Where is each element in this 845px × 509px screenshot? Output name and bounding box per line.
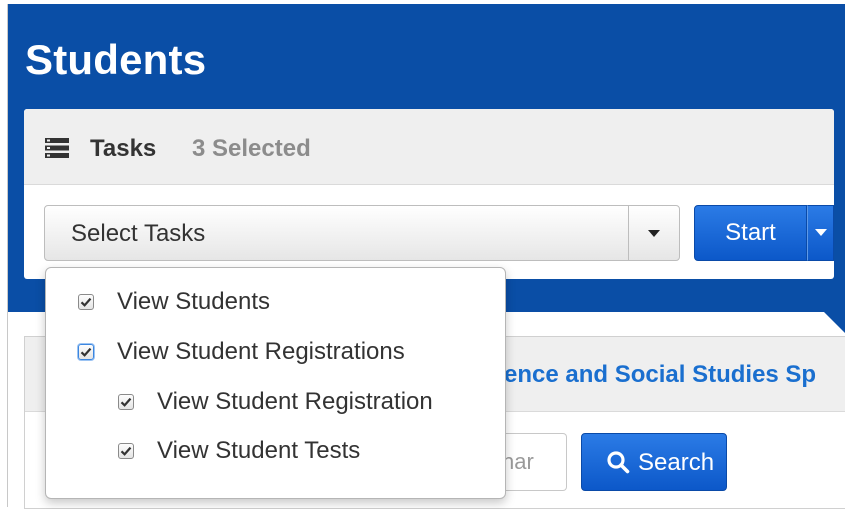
select-tasks-placeholder: Select Tasks xyxy=(71,220,206,247)
select-tasks-dropdown[interactable]: Select Tasks xyxy=(44,205,680,261)
checkbox[interactable] xyxy=(78,344,94,360)
checkbox[interactable] xyxy=(118,443,134,459)
search-input-wrapper xyxy=(500,433,567,491)
start-options-toggle[interactable] xyxy=(807,205,834,261)
tasks-title: Tasks xyxy=(90,135,157,162)
option-label: View Students xyxy=(117,288,270,315)
banner-notch xyxy=(816,304,845,334)
tasks-panel: Tasks 3 Selected Select Tasks Start xyxy=(24,109,834,279)
list-icon xyxy=(45,138,69,158)
tasks-selected-count: 3 Selected xyxy=(192,135,311,162)
option-label: View Student Registrations xyxy=(117,338,405,365)
search-icon xyxy=(606,450,630,474)
tasks-dropdown-menu: View Students View Student Registrations… xyxy=(45,267,506,499)
header-banner: Students Tasks 3 Selected Select Tasks S… xyxy=(8,4,845,334)
chevron-down-icon xyxy=(648,230,660,237)
select-tasks-toggle[interactable] xyxy=(628,206,679,260)
checkbox[interactable] xyxy=(118,394,134,410)
page-title: Students xyxy=(25,36,207,83)
option-label: View Student Registration xyxy=(157,388,433,415)
option-label: View Student Tests xyxy=(157,437,361,464)
assessment-title-link[interactable]: ence and Social Studies Sp xyxy=(504,361,816,389)
search-button[interactable]: Search xyxy=(581,433,727,491)
start-button[interactable]: Start xyxy=(694,205,807,261)
search-input[interactable] xyxy=(500,437,557,487)
checkbox[interactable] xyxy=(78,294,94,310)
tasks-panel-header: Tasks 3 Selected xyxy=(24,109,834,185)
chevron-down-icon xyxy=(815,229,827,236)
search-button-label: Search xyxy=(638,449,715,476)
